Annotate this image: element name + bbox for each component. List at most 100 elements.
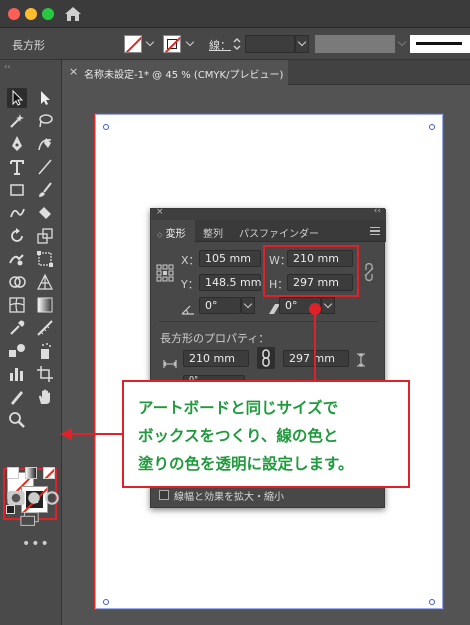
rotate-angle-icon (181, 300, 195, 319)
document-tab-bar: × 名称未設定-1* @ 45 % (CMYK/プレビュー) (62, 60, 470, 85)
rect-properties-heading: 長方形のプロパティ： (160, 332, 270, 345)
minimize-window-button[interactable] (25, 8, 37, 20)
rect-width-icon (163, 354, 177, 373)
rotate-dropdown[interactable] (241, 297, 255, 314)
selection-handle[interactable] (103, 599, 109, 605)
color-mode-icon[interactable] (7, 467, 19, 479)
brush-definition[interactable] (410, 35, 470, 53)
tab-transform[interactable]: ◇ 変形 (151, 220, 195, 242)
chevron-down-icon[interactable] (145, 37, 155, 47)
constrain-proportions-icon[interactable] (363, 262, 375, 286)
y-label: Y： (181, 278, 199, 291)
draw-inside-icon[interactable] (42, 488, 59, 505)
selection-handle[interactable] (103, 124, 109, 130)
direct-selection-tool-icon[interactable] (35, 88, 55, 108)
document-tab[interactable]: × 名称未設定-1* @ 45 % (CMYK/プレビュー) (62, 60, 288, 85)
tab-align[interactable]: 整列 (197, 220, 229, 242)
panel-header[interactable]: × ‹‹ (151, 206, 386, 220)
scale-tool-icon[interactable] (35, 226, 55, 246)
type-tool-icon[interactable] (7, 157, 27, 177)
free-transform-tool-icon[interactable] (35, 249, 55, 269)
screen-mode-icon[interactable] (20, 509, 42, 526)
callout-connector (314, 308, 316, 380)
curvature-tool-icon[interactable] (35, 134, 55, 154)
close-tab-button[interactable]: × (69, 65, 78, 78)
column-graph-tool-icon[interactable] (7, 364, 27, 384)
tab-pathfinder[interactable]: パスファインダー (233, 220, 325, 242)
hand-tool-icon[interactable] (35, 387, 55, 407)
title-bar (0, 0, 470, 28)
slice-tool-icon[interactable] (7, 387, 27, 407)
eyedropper-tool-icon[interactable] (7, 318, 27, 338)
blend-tool-icon[interactable] (7, 341, 27, 361)
symbol-sprayer-tool-icon[interactable] (35, 341, 55, 361)
gradient-tool-icon[interactable] (35, 295, 55, 315)
edit-toolbar-button[interactable]: ••• (22, 536, 50, 552)
draw-behind-icon[interactable] (24, 488, 40, 504)
gradient-mode-icon[interactable] (25, 467, 37, 479)
stroke-weight-input[interactable] (245, 35, 295, 53)
link-dimensions-icon[interactable] (257, 347, 275, 369)
scale-strokes-checkbox[interactable] (159, 490, 169, 500)
pen-tool-icon[interactable] (7, 134, 27, 154)
tools-panel: ‹‹ ••• (0, 60, 62, 625)
document-title[interactable]: 名称未設定-1* @ 45 % (CMYK/プレビュー) (84, 66, 283, 81)
home-icon[interactable] (62, 5, 84, 23)
lasso-tool-icon[interactable] (35, 111, 55, 131)
mesh-tool-icon[interactable] (7, 295, 27, 315)
callout-line-1: アートボードと同じサイズで (138, 399, 339, 417)
paintbrush-tool-icon[interactable] (35, 180, 55, 200)
artboard-tool-icon[interactable] (35, 364, 55, 384)
draw-normal-icon[interactable] (6, 488, 25, 506)
rect-height-icon (356, 352, 366, 371)
selected-object-type: 長方形 (12, 39, 45, 52)
callout-arrow-line (72, 433, 122, 435)
close-panel-icon[interactable]: × (156, 207, 164, 217)
stroke-stepper-icon[interactable] (232, 36, 242, 52)
zoom-window-button[interactable] (42, 8, 54, 20)
y-input[interactable]: 148.5 mm (199, 274, 261, 291)
scale-strokes-label: 線幅と効果を拡大・縮小 (174, 492, 284, 503)
callout-line-3: 塗りの色を透明に設定します。 (138, 455, 354, 473)
stroke-weight-dropdown[interactable] (295, 35, 309, 53)
shear-dropdown[interactable] (321, 297, 335, 314)
selection-handle[interactable] (429, 124, 435, 130)
selection-handle[interactable] (429, 599, 435, 605)
eraser-tool-icon[interactable] (35, 203, 55, 223)
perspective-grid-tool-icon[interactable] (35, 272, 55, 292)
callout-line-2: ボックスをつくり、線の色と (138, 427, 339, 445)
line-segment-tool-icon[interactable] (35, 157, 55, 177)
illustrator-window: 長方形 線： × 名称未設定-1* @ 45 % (CMYK/プレビュー) ‹‹ (0, 0, 470, 625)
callout-arrow-icon (60, 428, 72, 440)
rectangle-tool-icon[interactable] (7, 180, 27, 200)
control-bar: 長方形 線： (0, 28, 470, 60)
chevron-down-icon[interactable] (185, 37, 195, 47)
fill-swatch[interactable] (124, 35, 142, 53)
rotate-input[interactable]: 0° (199, 297, 241, 314)
close-window-button[interactable] (8, 8, 20, 20)
collapse-icon[interactable]: ‹‹ (4, 62, 10, 71)
panel-tabs: ◇ 変形 整列 パスファインダー (151, 220, 386, 242)
none-mode-icon[interactable] (43, 467, 55, 479)
shape-builder-tool-icon[interactable] (7, 272, 27, 292)
collapse-panel-icon[interactable]: ‹‹ (374, 206, 381, 216)
x-input[interactable]: 105 mm (199, 250, 261, 267)
measure-tool-icon[interactable] (35, 318, 55, 338)
warp-tool-icon[interactable] (7, 249, 27, 269)
selection-tool-icon[interactable] (7, 88, 27, 108)
tab-expand-icon: ◇ (157, 231, 163, 239)
annotation-callout: アートボードと同じサイズで ボックスをつくり、線の色と 塗りの色を透明に設定しま… (122, 380, 410, 488)
rect-height-input[interactable]: 297 mm (283, 350, 349, 367)
shaper-tool-icon[interactable] (7, 203, 27, 223)
rect-width-input[interactable]: 210 mm (183, 350, 249, 367)
variable-width-profile[interactable] (315, 35, 395, 53)
zoom-tool-icon[interactable] (7, 410, 27, 430)
stroke-swatch[interactable] (163, 35, 181, 53)
panel-menu-icon[interactable] (370, 227, 380, 235)
magic-wand-tool-icon[interactable] (7, 111, 27, 131)
reference-point-icon[interactable] (156, 264, 174, 282)
stroke-weight-label[interactable]: 線： (209, 37, 231, 53)
rotate-tool-icon[interactable] (7, 226, 27, 246)
x-label: X： (181, 254, 200, 267)
wh-highlight (263, 245, 359, 297)
